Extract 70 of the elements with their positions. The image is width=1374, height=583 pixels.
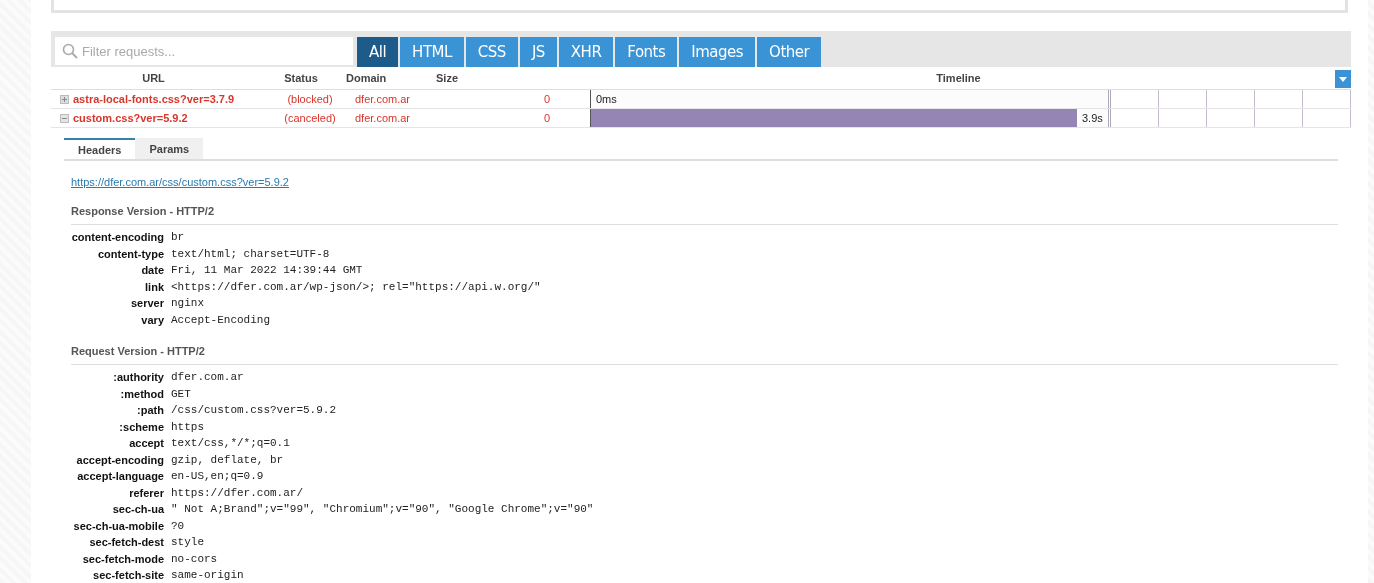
header-name: vary bbox=[140, 312, 164, 328]
header-value: nginx bbox=[171, 296, 205, 311]
filter-tab[interactable]: CSS bbox=[465, 37, 518, 67]
header-name: sec-ch-ua-mobile bbox=[72, 518, 164, 534]
header-value: Accept-Encoding bbox=[171, 312, 272, 328]
dropdown-button[interactable] bbox=[1335, 70, 1351, 88]
column-header[interactable]: Status bbox=[256, 72, 346, 84]
request-url[interactable]: astra-local-fonts.css?ver=3.7.9 bbox=[73, 93, 235, 105]
header-name: :path bbox=[136, 403, 164, 418]
expand-icon[interactable] bbox=[60, 94, 69, 104]
header-name: sec-ch-ua bbox=[111, 502, 164, 517]
filter-tab[interactable]: JS bbox=[519, 37, 557, 67]
filter-tab[interactable]: HTML bbox=[400, 37, 464, 67]
column-header[interactable]: Size bbox=[431, 72, 586, 84]
header-value: en-US,en;q=0.9 bbox=[171, 469, 265, 484]
header-value: https://dfer.com.ar/ bbox=[171, 485, 305, 501]
header-value: text/html; charset=UTF-8 bbox=[171, 246, 331, 262]
header-value: dfer.com.ar bbox=[171, 370, 245, 385]
filter-field[interactable]: Filter requests... bbox=[55, 37, 353, 65]
header-name: content-encoding bbox=[71, 230, 164, 245]
header-name: server bbox=[129, 296, 164, 311]
filter-tab[interactable]: Fonts bbox=[615, 37, 678, 67]
request-url[interactable]: custom.css?ver=5.9.2 bbox=[73, 112, 188, 124]
header-value: <https://dfer.com.ar/wp-json/>; rel="https://api.w.org/" bbox=[171, 279, 542, 295]
status-text: (blocked) bbox=[286, 93, 334, 105]
header-value: GET bbox=[171, 386, 192, 402]
header-name: :method bbox=[119, 386, 164, 402]
header-value: https bbox=[171, 419, 205, 435]
header-name: content-type bbox=[97, 246, 164, 262]
size-text: 0 bbox=[542, 93, 550, 105]
header-value: br bbox=[171, 230, 186, 245]
header-name: accept-language bbox=[76, 469, 164, 484]
header-name: link bbox=[144, 279, 164, 295]
header-name: referer bbox=[128, 485, 164, 501]
header-name: accept-encoding bbox=[75, 452, 164, 468]
header-value: ?0 bbox=[171, 518, 186, 534]
header-name: sec-fetch-mode bbox=[81, 551, 164, 567]
header-name: accept bbox=[128, 436, 164, 451]
collapse-icon[interactable] bbox=[60, 113, 69, 123]
filter-tab[interactable]: Images bbox=[679, 37, 756, 67]
filter-tab[interactable]: All bbox=[357, 37, 399, 67]
section-title: Response Version - HTTP/2 bbox=[71, 205, 1338, 225]
timing-text: 3.9s bbox=[1081, 112, 1103, 124]
header-value: no-cors bbox=[171, 551, 219, 567]
header-value: " Not A;Brand";v="99", "Chromium";v="90", "Google Chrome";v="90" bbox=[171, 502, 595, 517]
header-value: text/css,*/*;q=0.1 bbox=[171, 436, 291, 451]
column-header[interactable]: Timeline bbox=[586, 72, 1331, 84]
header-value: style bbox=[171, 535, 205, 550]
header-name: date bbox=[140, 263, 164, 278]
header-value: /css/custom.css?ver=5.9.2 bbox=[171, 403, 338, 418]
filter-tab[interactable]: XHR bbox=[558, 37, 614, 67]
header-name: sec-fetch-dest bbox=[88, 535, 164, 550]
size-text: 0 bbox=[542, 112, 550, 124]
column-header[interactable]: URL bbox=[51, 72, 256, 84]
header-name: :scheme bbox=[118, 419, 164, 435]
column-header[interactable]: Domain bbox=[346, 72, 431, 84]
header-name: sec-fetch-site bbox=[92, 568, 164, 583]
domain-text: dfer.com.ar bbox=[355, 93, 412, 105]
section-title: Request Version - HTTP/2 bbox=[71, 345, 1338, 365]
timing-text: 0ms bbox=[596, 93, 617, 105]
status-text: (canceled) bbox=[283, 112, 337, 124]
header-value: same-origin bbox=[171, 568, 245, 583]
request-url-link[interactable]: https://dfer.com.ar/css/custom.css?ver=5.9.2 bbox=[71, 176, 289, 188]
header-name: :authority bbox=[112, 370, 164, 385]
header-value: Fri, 11 Mar 2022 14:39:44 GMT bbox=[171, 263, 364, 278]
caret-icon bbox=[1339, 76, 1347, 82]
filter-tab[interactable]: Other bbox=[757, 37, 822, 67]
detail-tab[interactable]: Params bbox=[135, 138, 204, 159]
header-value: gzip, deflate, br bbox=[171, 452, 285, 468]
domain-text: dfer.com.ar bbox=[355, 112, 412, 124]
